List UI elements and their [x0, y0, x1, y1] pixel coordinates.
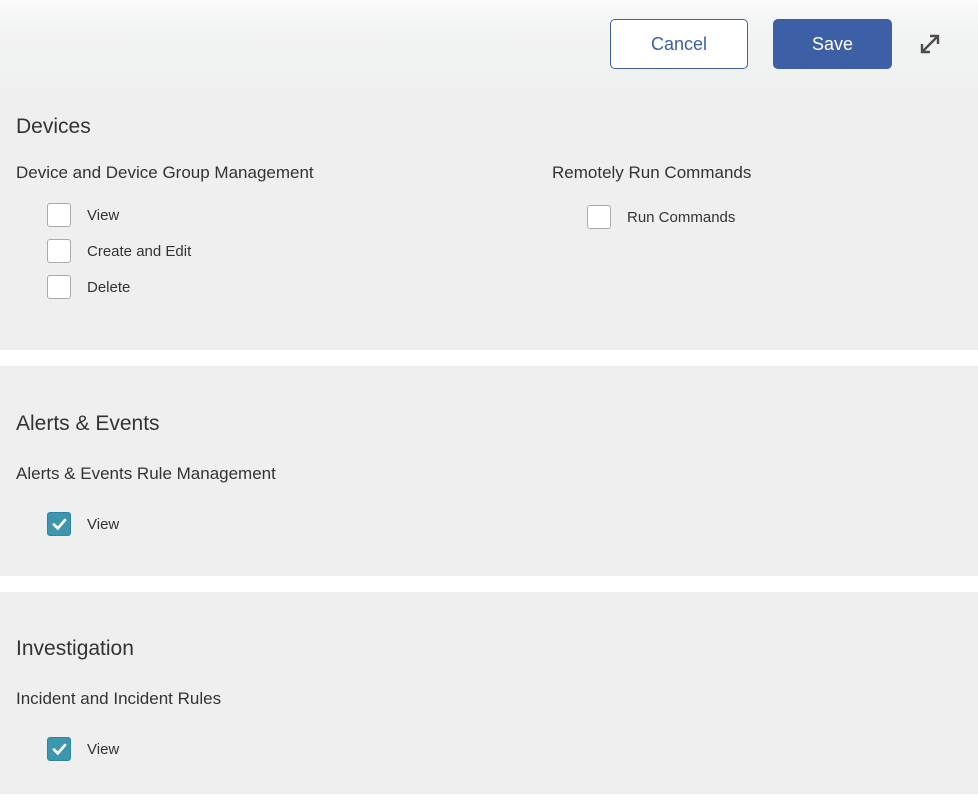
expand-button[interactable]: [913, 27, 947, 61]
permission-row-create-edit: Create and Edit: [16, 233, 552, 269]
group-heading: Incident and Incident Rules: [16, 687, 978, 710]
permission-row-view: View: [16, 197, 552, 233]
section-devices: Devices Device and Device Group Manageme…: [0, 88, 978, 350]
group-heading: Remotely Run Commands: [552, 161, 978, 184]
group-remote-commands: Remotely Run Commands Run Commands: [552, 161, 978, 305]
section-title-investigation: Investigation: [16, 635, 978, 663]
checkbox-label[interactable]: Delete: [87, 279, 130, 296]
save-button[interactable]: Save: [773, 19, 892, 69]
section-investigation: Investigation Incident and Incident Rule…: [0, 592, 978, 794]
checkbox-label[interactable]: Create and Edit: [87, 243, 191, 260]
toolbar: Cancel Save: [0, 0, 978, 88]
section-alerts-events: Alerts & Events Alerts & Events Rule Man…: [0, 366, 978, 576]
checkbox-run-commands[interactable]: [587, 205, 611, 229]
checkbox-create-edit[interactable]: [47, 239, 71, 263]
permission-row-view: View: [16, 731, 978, 767]
checkbox-delete[interactable]: [47, 275, 71, 299]
checkbox-investigation-view[interactable]: [47, 737, 71, 761]
permission-row-delete: Delete: [16, 269, 552, 305]
checkbox-view[interactable]: [47, 203, 71, 227]
section-title-alerts-events: Alerts & Events: [16, 410, 978, 438]
checkbox-label[interactable]: View: [87, 516, 119, 533]
group-device-management: Device and Device Group Management View …: [16, 161, 552, 305]
section-title-devices: Devices: [16, 113, 978, 141]
permission-row-run-commands: Run Commands: [552, 199, 978, 235]
diagonal-resize-icon: [915, 29, 945, 59]
permission-row-view: View: [16, 506, 978, 542]
group-heading: Alerts & Events Rule Management: [16, 462, 978, 485]
group-heading: Device and Device Group Management: [16, 161, 552, 184]
checkbox-label[interactable]: View: [87, 741, 119, 758]
checkbox-label[interactable]: Run Commands: [627, 209, 735, 226]
checkbox-alerts-view[interactable]: [47, 512, 71, 536]
cancel-button[interactable]: Cancel: [610, 19, 748, 69]
checkbox-label[interactable]: View: [87, 207, 119, 224]
